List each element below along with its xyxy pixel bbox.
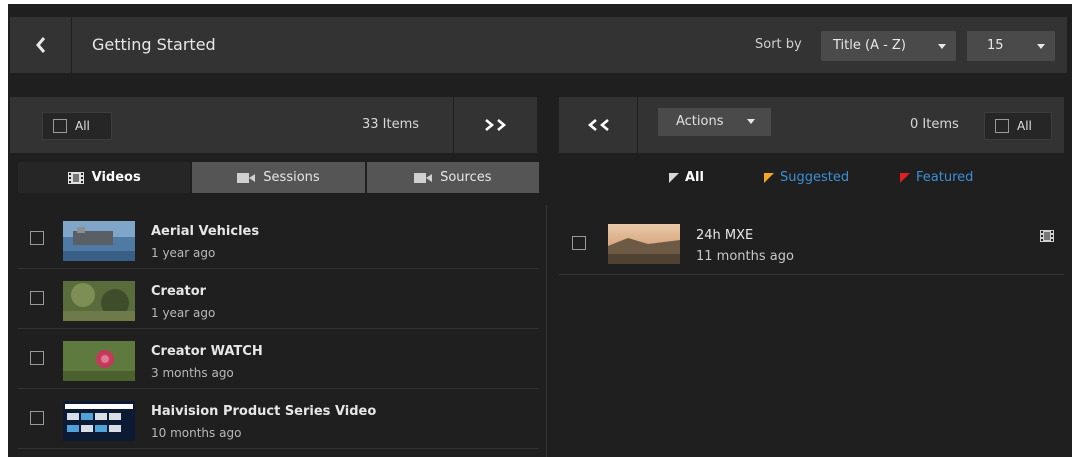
film-icon [1040,230,1054,242]
page-size-value: 15 [987,38,1004,53]
checkbox[interactable] [572,236,586,250]
flag-icon [764,172,774,183]
tab-sources[interactable]: Sources [366,162,539,193]
list-item[interactable]: 24h MXE 11 months ago [559,213,1064,275]
list-item[interactable]: Aerial Vehicles 1 year ago [18,209,539,269]
actions-dropdown[interactable]: Actions [658,108,771,136]
list-item[interactable]: Haivision Product Series Video 10 months… [18,389,539,449]
library-item-count: 33 Items [362,117,420,132]
library-toolbar: All 33 Items [10,97,537,153]
item-title: 24h MXE [696,228,754,243]
selection-item-count: 0 Items [910,117,959,132]
page-size-dropdown[interactable]: 15 [967,31,1055,61]
video-thumbnail [608,224,680,264]
selection-toolbar: Actions 0 Items All [559,97,1064,153]
select-all-label: All [75,119,90,133]
sort-value: Title (A - Z) [833,38,906,53]
filter-label: All [685,170,704,185]
list-item[interactable]: Creator 1 year ago [18,269,539,329]
library-tabs: Videos Sessions Sources [18,162,539,193]
chevron-left-icon [35,37,45,53]
selection-list: 24h MXE 11 months ago [559,213,1064,275]
video-thumbnail [63,401,135,441]
double-chevron-left-icon [587,119,609,131]
back-button[interactable] [10,17,72,73]
item-age: 10 months ago [151,426,242,440]
caret-down-icon [938,44,946,49]
caret-down-icon [1037,44,1045,49]
item-title: Haivision Product Series Video [151,404,377,419]
remove-from-selection-button[interactable] [559,97,638,153]
filter-featured[interactable]: Featured [900,170,973,185]
tab-label: Sessions [263,170,320,185]
filter-label: Featured [916,170,974,185]
item-age: 11 months ago [696,249,794,264]
filter-all[interactable]: All [669,170,704,185]
add-to-selection-button[interactable] [453,97,537,153]
camera-icon [414,172,433,183]
page-title: Getting Started [92,35,216,54]
sort-dropdown[interactable]: Title (A - Z) [821,31,956,61]
filter-label: Suggested [780,170,850,185]
select-all-label: All [1017,119,1032,133]
tab-sessions[interactable]: Sessions [192,162,365,193]
filter-suggested[interactable]: Suggested [764,170,849,185]
item-title: Creator [151,284,207,299]
checkbox[interactable] [30,351,44,365]
select-all-library[interactable]: All [42,112,112,140]
checkbox[interactable] [30,291,44,305]
header-bar: Getting Started Sort by Title (A - Z) 15 [10,17,1067,73]
double-chevron-right-icon [484,119,506,131]
video-thumbnail [63,221,135,261]
item-title: Creator WATCH [151,344,263,359]
select-all-selection[interactable]: All [984,112,1052,140]
video-thumbnail [63,341,135,381]
film-icon [67,171,84,184]
tab-label: Sources [440,170,492,185]
library-list: Aerial Vehicles 1 year ago Creator 1 yea… [18,209,539,449]
item-age: 1 year ago [151,306,216,320]
item-title: Aerial Vehicles [151,224,260,239]
filter-bar: All Suggested Featured [559,162,1064,193]
video-thumbnail [63,281,135,321]
sort-label: Sort by [755,37,802,52]
checkbox[interactable] [30,231,44,245]
flag-icon [900,172,910,183]
checkbox[interactable] [30,411,44,425]
flag-icon [669,172,679,183]
list-item[interactable]: Creator WATCH 3 months ago [18,329,539,389]
caret-down-icon [747,119,755,124]
camera-icon [237,172,256,183]
panel-divider [546,205,547,457]
actions-label: Actions [676,114,724,129]
item-age: 1 year ago [151,246,216,260]
item-age: 3 months ago [151,366,234,380]
tab-videos[interactable]: Videos [18,162,191,193]
checkbox[interactable] [995,119,1009,133]
tab-label: Videos [91,170,141,185]
checkbox[interactable] [53,119,67,133]
